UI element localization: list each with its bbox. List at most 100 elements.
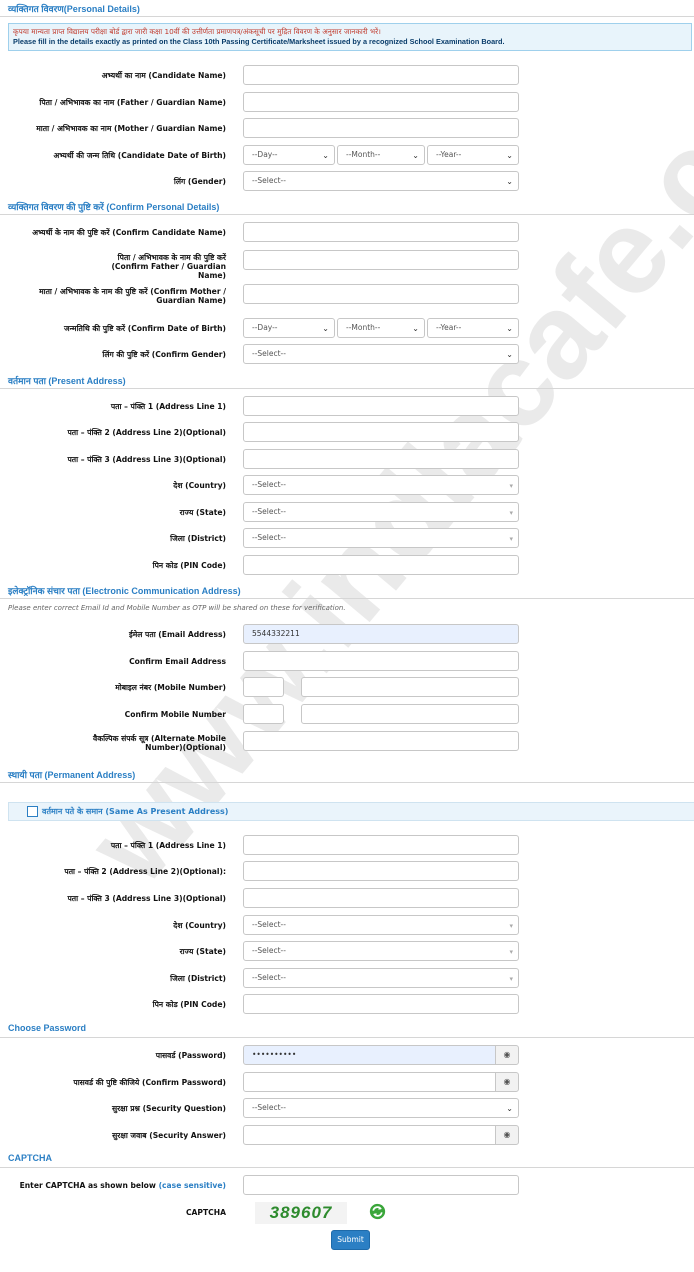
present-state-select[interactable]: --Select-- ▾: [243, 502, 519, 522]
captcha-image: 389607: [255, 1202, 347, 1224]
eye-icon[interactable]: ◉: [495, 1125, 519, 1145]
confirm-dob-year-select[interactable]: --Year-- ⌄: [427, 318, 519, 338]
father-name-input[interactable]: [243, 92, 519, 112]
eye-icon[interactable]: ◉: [495, 1045, 519, 1065]
label-dob: अभ्यर्थी की जन्म तिथि (Candidate Date of…: [53, 151, 226, 160]
label-present-country: देश (Country): [173, 481, 226, 490]
label-father-name: पिता / अभिभावक का नाम (Father / Guardian…: [39, 98, 226, 107]
perm-addr3-input[interactable]: [243, 888, 519, 908]
candidate-name-input[interactable]: [243, 65, 519, 85]
refresh-icon[interactable]: [369, 1203, 386, 1220]
label-confirm-password: पासवर्ड की पुष्टि कीजिये (Confirm Passwo…: [73, 1078, 226, 1087]
confirm-mobile-country-code[interactable]: [243, 704, 284, 724]
same-as-present-label: वर्तमान पते के समान (Same As Present Add…: [42, 807, 229, 816]
present-district-select[interactable]: --Select-- ▾: [243, 528, 519, 548]
label-confirm-email: Confirm Email Address: [129, 657, 226, 666]
section-captcha: CAPTCHA: [0, 1151, 694, 1168]
section-present-address: वर्तमान पता (Present Address): [0, 372, 694, 389]
label-confirm-name: अभ्यर्थी के नाम की पुष्टि करें (Confirm …: [32, 228, 226, 237]
label-perm-pin: पिन कोड (PIN Code): [152, 1000, 226, 1009]
confirm-password-input[interactable]: [243, 1072, 496, 1092]
label-email: ईमेल पता (Email Address): [128, 630, 226, 639]
password-input[interactable]: ••••••••••: [243, 1045, 496, 1065]
label-confirm-mobile: Confirm Mobile Number: [124, 710, 226, 719]
confirm-email-input[interactable]: [243, 651, 519, 671]
dropdown-arrow-icon: ▾: [509, 975, 513, 983]
perm-district-select[interactable]: --Select-- ▾: [243, 968, 519, 988]
confirm-mobile-input[interactable]: [301, 704, 519, 724]
submit-button[interactable]: Submit: [331, 1230, 370, 1250]
dob-month-select[interactable]: --Month-- ⌄: [337, 145, 425, 165]
label-present-addr1: पता – पंक्ति 1 (Address Line 1): [110, 402, 226, 411]
dropdown-arrow-icon: ▾: [509, 535, 513, 543]
label-present-district: जिला (District): [170, 534, 226, 543]
chevron-down-icon: ⌄: [506, 151, 513, 160]
perm-pin-input[interactable]: [243, 994, 519, 1014]
captcha-input[interactable]: [243, 1175, 519, 1195]
instruction-notice: कृपया मान्यता प्राप्त विद्यालय परीक्षा ब…: [8, 23, 692, 51]
label-perm-addr2: पता – पंक्ति 2 (Address Line 2)(Optional…: [64, 867, 226, 876]
dob-day-select[interactable]: --Day-- ⌄: [243, 145, 335, 165]
label-confirm-mother: माता / अभिभावक के नाम की पुष्टि करें (Co…: [39, 287, 226, 305]
section-confirm-details: व्यक्तिगत विवरण की पुष्टि करें (Confirm …: [0, 198, 694, 215]
chevron-down-icon: ⌄: [412, 151, 419, 160]
present-country-select[interactable]: --Select-- ▾: [243, 475, 519, 495]
dob-year-select[interactable]: --Year-- ⌄: [427, 145, 519, 165]
present-addr2-input[interactable]: [243, 422, 519, 442]
label-mobile: मोबाइल नंबर (Mobile Number): [115, 683, 226, 692]
mobile-input[interactable]: [301, 677, 519, 697]
label-present-pin: पिन कोड (PIN Code): [152, 561, 226, 570]
label-captcha: CAPTCHA: [185, 1208, 226, 1217]
present-addr3-input[interactable]: [243, 449, 519, 469]
label-mother-name: माता / अभिभावक का नाम (Mother / Guardian…: [36, 124, 226, 133]
label-present-state: राज्य (State): [179, 508, 226, 517]
perm-country-select[interactable]: --Select-- ▾: [243, 915, 519, 935]
confirm-dob-day-select[interactable]: --Day-- ⌄: [243, 318, 335, 338]
security-question-select[interactable]: --Select-- ⌄: [243, 1098, 519, 1118]
label-confirm-gender: लिंग की पुष्टि करें (Confirm Gender): [102, 350, 226, 359]
same-as-present-checkbox[interactable]: [27, 806, 38, 817]
confirm-mother-input[interactable]: [243, 284, 519, 304]
alt-mobile-input[interactable]: [243, 731, 519, 751]
chevron-down-icon: ⌄: [506, 1104, 513, 1113]
label-present-addr2: पता – पंक्ति 2 (Address Line 2)(Optional…: [67, 428, 226, 437]
notice-english: Please fill in the details exactly as pr…: [13, 37, 505, 46]
dropdown-arrow-icon: ▾: [509, 509, 513, 517]
chevron-down-icon: ⌄: [412, 324, 419, 333]
mother-name-input[interactable]: [243, 118, 519, 138]
confirm-name-input[interactable]: [243, 222, 519, 242]
mobile-country-code[interactable]: [243, 677, 284, 697]
label-password: पासवर्ड (Password): [155, 1051, 226, 1060]
label-present-addr3: पता – पंक्ति 3 (Address Line 3)(Optional…: [67, 455, 226, 464]
confirm-dob-month-select[interactable]: --Month-- ⌄: [337, 318, 425, 338]
perm-addr1-input[interactable]: [243, 835, 519, 855]
label-perm-country: देश (Country): [173, 921, 226, 930]
otp-note: Please enter correct Email Id and Mobile…: [8, 604, 346, 612]
email-input[interactable]: 5544332211: [243, 624, 519, 644]
perm-addr2-input[interactable]: [243, 861, 519, 881]
chevron-down-icon: ⌄: [322, 151, 329, 160]
eye-icon[interactable]: ◉: [495, 1072, 519, 1092]
label-alt-mobile: वैकल्पिक संपर्क सूत्र (Alternate Mobile …: [93, 734, 226, 752]
present-addr1-input[interactable]: [243, 396, 519, 416]
label-candidate-name: अभ्यर्थी का नाम (Candidate Name): [101, 71, 226, 80]
label-gender: लिंग (Gender): [173, 177, 226, 186]
gender-select[interactable]: --Select-- ⌄: [243, 171, 519, 191]
present-pin-input[interactable]: [243, 555, 519, 575]
label-confirm-dob: जन्मतिथि की पुष्टि करें (Confirm Date of…: [64, 324, 226, 333]
chevron-down-icon: ⌄: [506, 324, 513, 333]
section-choose-password: Choose Password: [0, 1021, 694, 1038]
chevron-down-icon: ⌄: [322, 324, 329, 333]
confirm-father-input[interactable]: [243, 250, 519, 270]
confirm-gender-select[interactable]: --Select-- ⌄: [243, 344, 519, 364]
section-permanent-address: स्थायी पता (Permanent Address): [0, 766, 694, 783]
case-sensitive-note: (case sensitive): [158, 1181, 226, 1190]
perm-state-select[interactable]: --Select-- ▾: [243, 941, 519, 961]
chevron-down-icon: ⌄: [506, 350, 513, 359]
label-security-question: सुरक्षा प्रश्न (Security Question): [111, 1104, 226, 1113]
notice-hindi: कृपया मान्यता प्राप्त विद्यालय परीक्षा ब…: [13, 27, 381, 36]
label-confirm-father: पिता / अभिभावक के नाम की पुष्टि करें (Co…: [111, 253, 226, 280]
label-security-answer: सुरक्षा जवाब (Security Answer): [112, 1131, 226, 1140]
dropdown-arrow-icon: ▾: [509, 948, 513, 956]
security-answer-input[interactable]: [243, 1125, 496, 1145]
